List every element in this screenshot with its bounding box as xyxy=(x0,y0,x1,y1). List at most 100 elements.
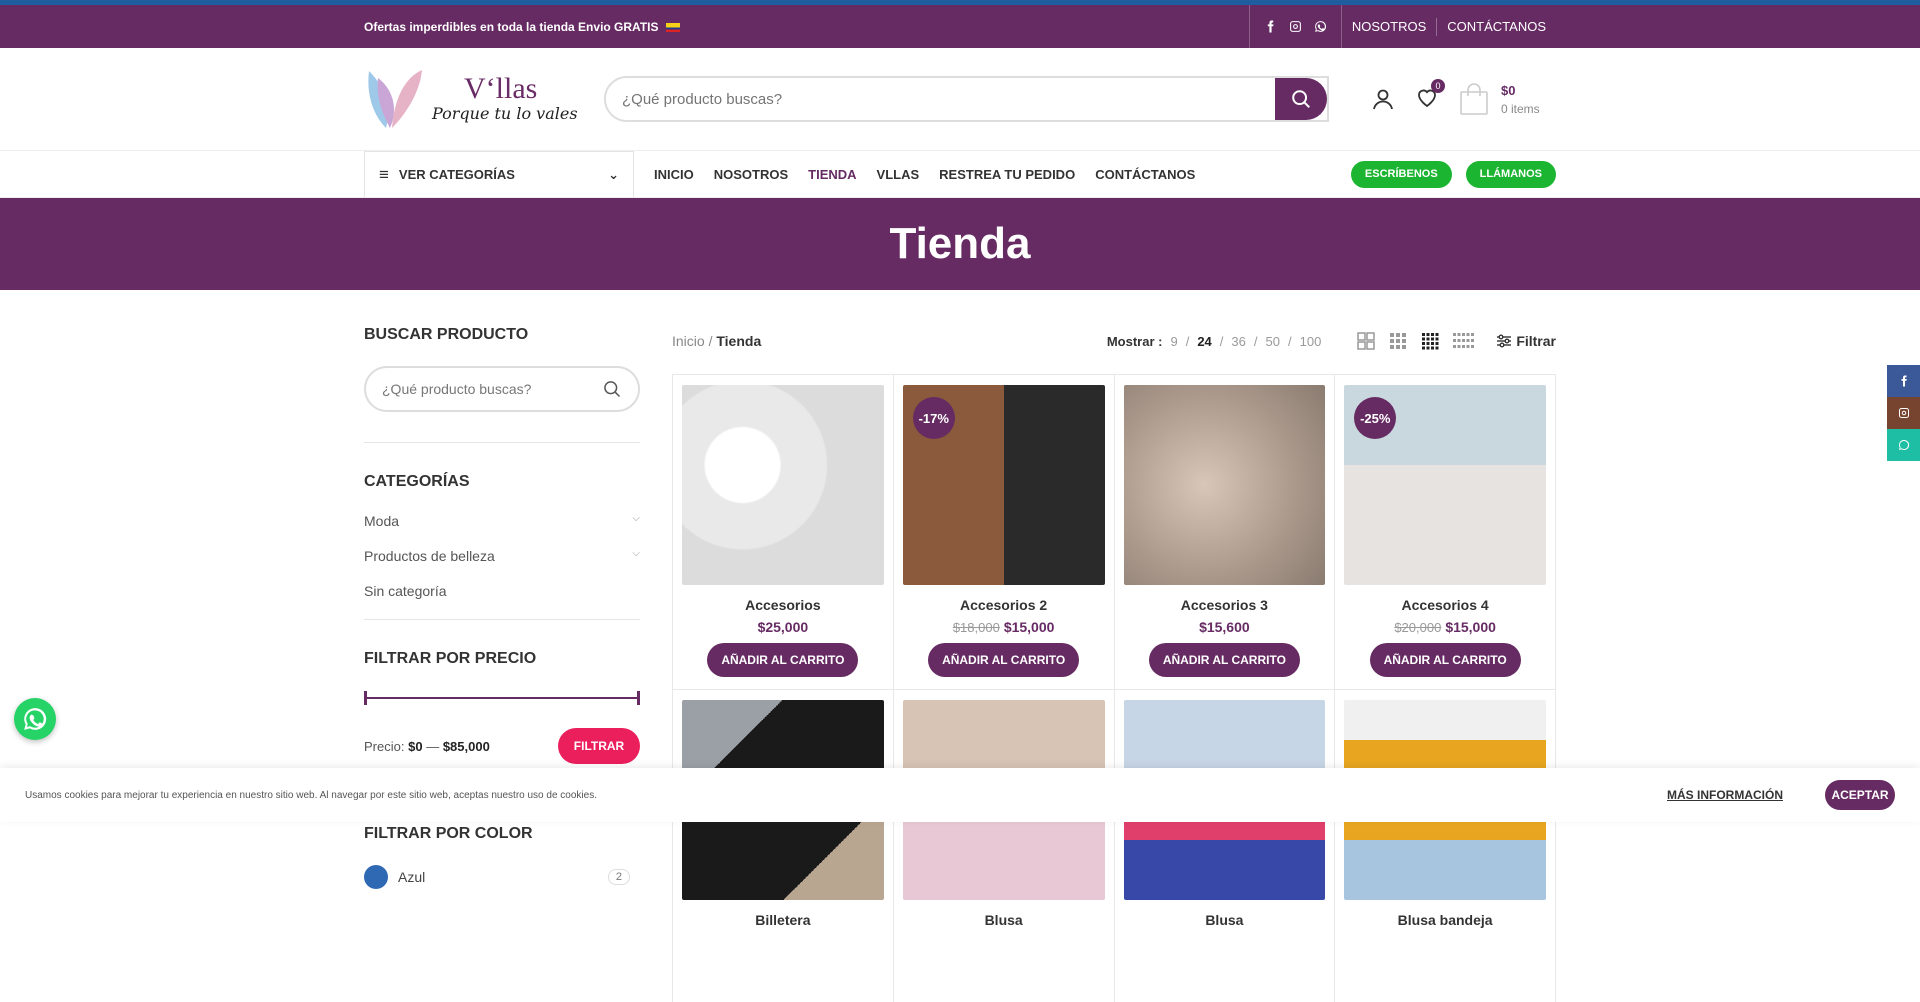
top-link-contactanos[interactable]: CONTÁCTANOS xyxy=(1437,19,1556,34)
instagram-icon[interactable] xyxy=(1289,20,1302,33)
category-item-sin-categoria[interactable]: Sin categoría xyxy=(364,583,640,599)
color-label: Azul xyxy=(398,869,426,885)
product-card[interactable]: Blusa xyxy=(1115,690,1336,1002)
filter-price-button[interactable]: FILTRAR xyxy=(558,728,640,764)
per-page-100[interactable]: 100 xyxy=(1300,334,1322,349)
whatsapp-icon xyxy=(1898,439,1909,450)
grid-5-columns-icon[interactable] xyxy=(1452,331,1475,351)
user-account-icon[interactable] xyxy=(1371,87,1395,111)
per-page-50[interactable]: 50 xyxy=(1266,334,1280,349)
nav-item-restrea-tu-pedido[interactable]: RESTREA TU PEDIDO xyxy=(939,167,1075,182)
wishlist-count-badge: 0 xyxy=(1431,78,1445,93)
nav-item-nosotros[interactable]: NOSOTROS xyxy=(714,167,788,182)
product-name[interactable]: Accesorios xyxy=(682,597,884,613)
side-facebook-button[interactable] xyxy=(1887,365,1920,397)
product-card[interactable]: Billetera xyxy=(673,690,894,1002)
product-card[interactable]: Blusa xyxy=(894,690,1115,1002)
product-name[interactable]: Blusa bandeja xyxy=(1344,912,1546,928)
product-name[interactable]: Accesorios 4 xyxy=(1344,597,1546,613)
nav-item-vllas[interactable]: VLLAS xyxy=(877,167,920,182)
price-slider-max-handle[interactable] xyxy=(637,691,640,705)
product-name[interactable]: Accesorios 2 xyxy=(903,597,1105,613)
product-grid: Accesorios $25,000 AÑADIR AL CARRITO -17… xyxy=(672,374,1556,1002)
instagram-icon xyxy=(1898,408,1909,418)
product-image[interactable] xyxy=(682,385,884,585)
facebook-icon[interactable] xyxy=(1264,20,1277,33)
categories-label: VER CATEGORÍAS xyxy=(398,167,515,182)
site-logo[interactable]: V‘llas Porque tu lo vales xyxy=(364,62,604,137)
cookie-more-info-link[interactable]: MÁS INFORMACIÓN xyxy=(1667,788,1783,802)
chevron-down-icon[interactable]: ⌵ xyxy=(632,513,640,529)
add-to-cart-button[interactable]: AÑADIR AL CARRITO xyxy=(1148,643,1300,677)
search-icon[interactable] xyxy=(602,379,622,399)
breadcrumb-home[interactable]: Inicio xyxy=(672,333,705,349)
facebook-icon xyxy=(1901,375,1907,387)
add-to-cart-button[interactable]: AÑADIR AL CARRITO xyxy=(928,643,1080,677)
product-price: $20,000 $15,000 xyxy=(1394,619,1496,635)
top-bar: Ofertas imperdibles en toda la tienda En… xyxy=(0,5,1920,48)
cart-button[interactable]: $0 0 items xyxy=(1459,82,1540,116)
product-image[interactable] xyxy=(1123,385,1326,585)
wishlist-button[interactable]: 0 xyxy=(1415,78,1445,114)
product-name[interactable]: Blusa xyxy=(1124,912,1326,928)
shop-sidebar: BUSCAR PRODUCTO ¿Qué producto buscas? CA… xyxy=(364,326,640,1002)
old-price: $20,000 xyxy=(1394,620,1442,635)
sidebar-divider xyxy=(364,442,640,443)
product-card[interactable]: Accesorios $25,000 AÑADIR AL CARRITO xyxy=(673,375,894,690)
breadcrumb-current: Tienda xyxy=(716,333,762,349)
side-instagram-button[interactable] xyxy=(1887,397,1920,429)
shopping-bag-icon xyxy=(1460,83,1488,115)
add-to-cart-button[interactable]: AÑADIR AL CARRITO xyxy=(1369,643,1521,677)
per-page-36[interactable]: 36 xyxy=(1231,334,1245,349)
search-icon xyxy=(1292,90,1310,108)
write-us-button[interactable]: ESCRÍBENOS xyxy=(1350,160,1452,188)
cookie-text: Usamos cookies para mejorar tu experienc… xyxy=(25,789,597,801)
product-image[interactable]: -17% xyxy=(902,385,1105,585)
chevron-down-icon[interactable]: ⌵ xyxy=(632,548,640,564)
filter-toggle-button[interactable]: Filtrar xyxy=(1496,333,1556,349)
product-name[interactable]: Accesorios 3 xyxy=(1124,597,1326,613)
grid-2-columns-icon[interactable] xyxy=(1356,331,1376,351)
header-search-button[interactable] xyxy=(1275,78,1327,120)
whatsapp-icon[interactable] xyxy=(1314,20,1327,33)
per-page-9[interactable]: 9 xyxy=(1170,334,1177,349)
call-us-button[interactable]: LLÁMANOS xyxy=(1465,160,1556,188)
nav-item-inicio[interactable]: INICIO xyxy=(654,167,694,182)
product-card[interactable]: Blusa bandeja xyxy=(1335,690,1556,1002)
header-search xyxy=(604,76,1329,122)
color-filter-item[interactable]: Azul 2 xyxy=(364,865,640,889)
product-name[interactable]: Billetera xyxy=(682,912,884,928)
nav-item-tienda[interactable]: TIENDA xyxy=(808,167,856,182)
side-whatsapp-button[interactable] xyxy=(1887,429,1920,461)
product-card[interactable]: -25% Accesorios 4 $20,000 $15,000 AÑADIR … xyxy=(1335,375,1556,690)
price-slider[interactable] xyxy=(364,690,640,706)
per-page-24[interactable]: 24 xyxy=(1197,334,1211,349)
nav-item-contactanos[interactable]: CONTÁCTANOS xyxy=(1095,167,1195,182)
promo-text: Ofertas imperdibles en toda la tienda En… xyxy=(364,20,1249,34)
product-card[interactable]: -17% Accesorios 2 $18,000 $15,000 AÑADIR … xyxy=(893,375,1115,690)
wings-logo-icon xyxy=(368,70,422,128)
cookie-banner: Usamos cookies para mejorar tu experienc… xyxy=(0,768,1920,822)
grid-4-columns-icon[interactable] xyxy=(1420,331,1440,351)
floating-social-bar xyxy=(1887,365,1920,461)
color-count: 2 xyxy=(607,869,630,885)
grid-3-columns-icon[interactable] xyxy=(1388,331,1408,351)
categories-widget-title: CATEGORÍAS xyxy=(364,473,470,490)
chevron-down-icon: ⌄ xyxy=(608,166,619,182)
product-name[interactable]: Blusa xyxy=(903,912,1105,928)
add-to-cart-button[interactable]: AÑADIR AL CARRITO xyxy=(707,643,859,677)
product-image[interactable]: -25% xyxy=(1344,385,1546,585)
top-link-nosotros[interactable]: NOSOTROS xyxy=(1342,19,1436,34)
sidebar-search-input[interactable]: ¿Qué producto buscas? xyxy=(364,366,640,412)
old-price: $18,000 xyxy=(952,620,1000,635)
price-slider-min-handle[interactable] xyxy=(364,691,367,705)
category-item-moda[interactable]: Moda ⌵ xyxy=(364,513,640,529)
whatsapp-chat-button[interactable] xyxy=(14,698,56,740)
header-search-input[interactable] xyxy=(606,78,1275,120)
breadcrumb-separator: / xyxy=(708,333,713,349)
color-widget-title: FILTRAR POR COLOR xyxy=(364,825,533,842)
cookie-accept-button[interactable]: ACEPTAR xyxy=(1825,780,1895,810)
product-card[interactable]: Accesorios 3 $15,600 AÑADIR AL CARRITO xyxy=(1114,375,1336,690)
categories-dropdown-button[interactable]: ≡ VER CATEGORÍAS ⌄ xyxy=(364,150,634,198)
category-item-belleza[interactable]: Productos de belleza ⌵ xyxy=(364,548,640,564)
